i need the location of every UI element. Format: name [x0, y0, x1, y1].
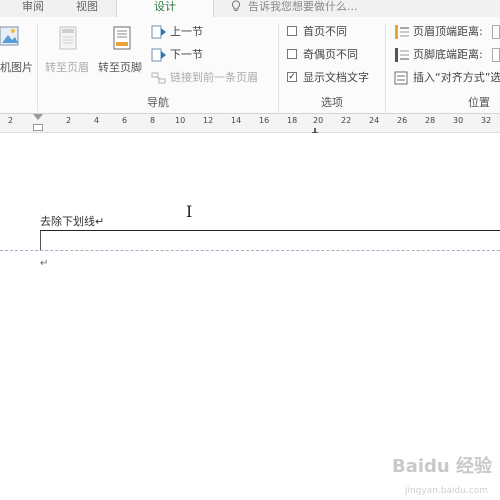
- ruler-tick: 24: [369, 116, 380, 125]
- ruler-tick: 22: [341, 116, 352, 125]
- footer-from-bottom-input[interactable]: [492, 48, 500, 62]
- header-boundary-line: [0, 250, 500, 251]
- goto-footer-icon[interactable]: [110, 25, 136, 53]
- next-section-label: 下一节: [170, 48, 203, 61]
- ribbon-tab-bar: 审阅 视图 设计 告诉我您想要做什么...: [0, 0, 500, 17]
- ruler-tick: 32: [481, 116, 492, 125]
- goto-header-icon[interactable]: [56, 25, 82, 53]
- tell-me-search-input[interactable]: 告诉我您想要做什么...: [248, 0, 358, 14]
- checkmark-icon: ✓: [287, 72, 297, 82]
- first-page-diff-label: 首页不同: [303, 25, 347, 38]
- next-section-icon: [151, 48, 167, 62]
- ruler-tick: 14: [231, 116, 242, 125]
- tab-view[interactable]: 视图: [76, 0, 98, 17]
- odd-even-diff-label: 奇偶页不同: [303, 48, 358, 61]
- tab-design[interactable]: 设计: [116, 0, 214, 17]
- position-group-label: 位置: [468, 96, 490, 109]
- nav-group-label: 导航: [147, 96, 169, 109]
- online-picture-icon[interactable]: [0, 25, 20, 51]
- ruler-tick: 6: [122, 116, 128, 125]
- footer-from-bottom-label: 页脚底端距离:: [413, 48, 483, 61]
- first-page-diff-checkbox[interactable]: 首页不同: [287, 23, 347, 41]
- goto-footer-button[interactable]: 转至页脚: [98, 59, 142, 75]
- prev-section-button[interactable]: 上一节: [151, 23, 203, 41]
- first-line-indent-marker[interactable]: [33, 114, 43, 120]
- checkbox-unchecked: [287, 26, 297, 36]
- show-doc-text-label: 显示文档文字: [303, 71, 369, 84]
- checkbox-unchecked: [287, 49, 297, 59]
- paragraph-mark: ↵: [40, 258, 49, 269]
- insert-align-tab-label: 插入“对齐方式”选: [413, 71, 500, 84]
- left-indent-marker[interactable]: [33, 124, 43, 131]
- ruler-tick: 4: [94, 116, 100, 125]
- align-tab-icon: [394, 71, 410, 85]
- online-picture-label[interactable]: 机图片: [0, 59, 33, 75]
- ruler-tick: 30: [453, 116, 464, 125]
- ruler-tick: 2: [66, 116, 72, 125]
- center-tab-stop-icon[interactable]: [312, 124, 318, 134]
- link-icon: [151, 71, 167, 85]
- ribbon: 机图片 转至页眉 转至页脚 上一节 下一节 链接到前一条页眉 导航 首页不同 奇…: [0, 17, 500, 114]
- text-cursor: [40, 231, 41, 250]
- divider: [37, 23, 38, 111]
- insert-align-tab-button[interactable]: 插入“对齐方式”选: [394, 69, 500, 87]
- ruler-tick: 2: [8, 116, 14, 125]
- watermark-url: jingyan.baidu.com: [404, 486, 488, 496]
- next-section-button[interactable]: 下一节: [151, 46, 203, 64]
- footer-from-bottom-control[interactable]: 页脚底端距离:: [394, 46, 483, 64]
- header-underline: [40, 230, 500, 231]
- link-previous-label: 链接到前一条页眉: [170, 71, 258, 84]
- horizontal-ruler[interactable]: 2 2 4 6 8 10 12 14 16 18 20 22 24 26 28 …: [0, 114, 500, 134]
- lightbulb-icon[interactable]: [229, 0, 243, 14]
- header-from-top-input[interactable]: [492, 25, 500, 39]
- divider: [278, 23, 279, 111]
- i-beam-cursor-icon: I: [186, 202, 193, 221]
- watermark-logo: Baidu 经验: [391, 456, 492, 477]
- header-position-icon: [394, 25, 410, 39]
- header-from-top-label: 页眉顶端距离:: [413, 25, 483, 38]
- ruler-tick: 26: [397, 116, 408, 125]
- ruler-tick: 10: [175, 116, 186, 125]
- footer-position-icon: [394, 48, 410, 62]
- prev-section-label: 上一节: [170, 25, 203, 38]
- ruler-tick: 18: [287, 116, 298, 125]
- header-text[interactable]: 去除下划线↵: [40, 213, 104, 229]
- show-doc-text-checkbox[interactable]: ✓ 显示文档文字: [287, 69, 369, 87]
- ruler-tick: 8: [150, 116, 156, 125]
- odd-even-diff-checkbox[interactable]: 奇偶页不同: [287, 46, 358, 64]
- ruler-tick: 16: [259, 116, 270, 125]
- link-previous-button[interactable]: 链接到前一条页眉: [151, 69, 258, 87]
- ruler-tick: 28: [425, 116, 436, 125]
- options-group-label: 选项: [321, 96, 343, 109]
- ruler-tick: 12: [203, 116, 214, 125]
- header-from-top-control[interactable]: 页眉顶端距离:: [394, 23, 483, 41]
- goto-header-button[interactable]: 转至页眉: [45, 59, 89, 75]
- divider: [385, 23, 386, 111]
- previous-section-icon: [151, 25, 167, 39]
- document-page[interactable]: I 去除下划线↵ ↵ Baidu 经验 jingyan.baidu.com: [0, 133, 500, 500]
- tab-review[interactable]: 审阅: [22, 0, 44, 17]
